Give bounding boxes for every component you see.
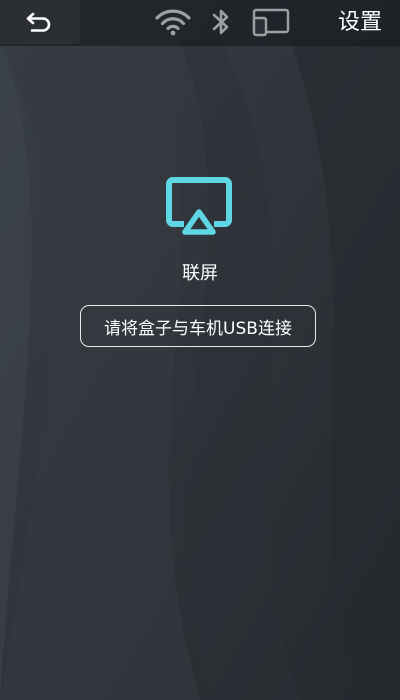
- main-content: 联屏 请将盒子与车机USB连接: [0, 0, 400, 700]
- usb-connect-hint: 请将盒子与车机USB连接: [80, 305, 316, 347]
- airplay-icon[interactable]: [164, 176, 234, 238]
- wifi-icon: [154, 7, 192, 37]
- mirror-title: 联屏: [182, 263, 218, 284]
- back-button[interactable]: [0, 0, 80, 44]
- top-bar: 设置: [0, 0, 400, 46]
- back-arrow-icon: [26, 12, 51, 32]
- screen-cast-icon: [251, 7, 291, 37]
- bluetooth-icon: [210, 7, 232, 37]
- settings-button[interactable]: 设置: [338, 9, 382, 37]
